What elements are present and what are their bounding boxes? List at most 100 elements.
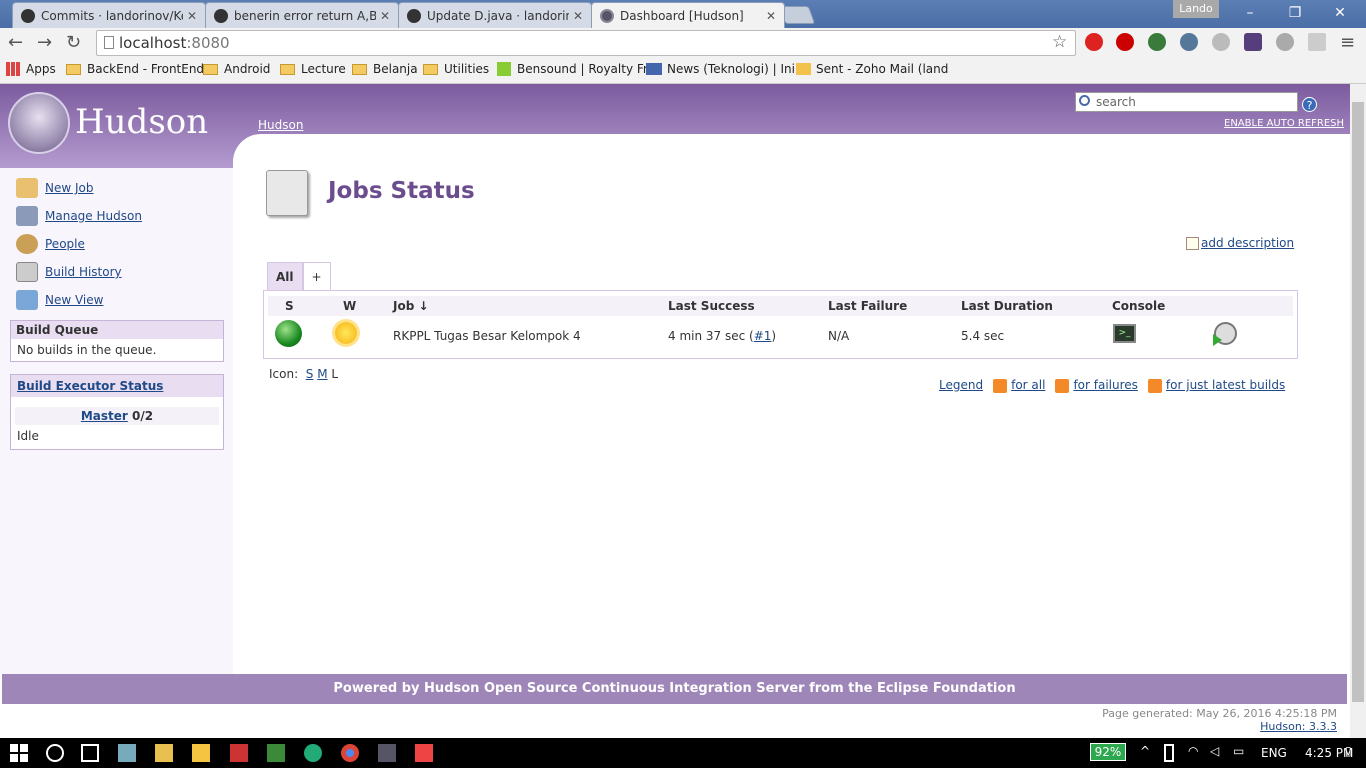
rss-all-link[interactable]: for all	[1011, 378, 1045, 392]
sidebar: New Job Manage Hudson People Build Histo…	[0, 168, 233, 674]
app-icon[interactable]	[118, 744, 136, 762]
browser-tab[interactable]: Commits · landorinov/Kel…✕	[12, 2, 206, 28]
enable-auto-refresh-link[interactable]: ENABLE AUTO REFRESH	[1224, 118, 1344, 129]
notification-icon[interactable]: ▭	[1233, 744, 1251, 762]
breadcrumb-hudson[interactable]: Hudson	[258, 118, 303, 132]
status-ball-icon[interactable]	[275, 320, 302, 347]
schedule-build-icon[interactable]	[1213, 322, 1237, 346]
cortana-search-icon[interactable]	[46, 744, 64, 762]
address-bar[interactable]: localhost:8080	[96, 30, 1076, 56]
restore-button[interactable]: ❐	[1283, 4, 1307, 22]
master-node-link[interactable]: Master	[81, 409, 128, 423]
bookmark-star-icon[interactable]: ☆	[1052, 32, 1067, 52]
hudson-logo-text[interactable]: Hudson	[75, 102, 208, 142]
menu-icon[interactable]: ≡	[1340, 32, 1355, 53]
column-job[interactable]: Job ↓	[393, 299, 429, 313]
github-icon	[21, 8, 35, 23]
close-tab-icon[interactable]: ✕	[766, 9, 776, 23]
action-center-icon[interactable]: ▯	[1345, 744, 1363, 762]
build-executor-status-link[interactable]: Build Executor Status	[17, 379, 163, 393]
extension-icon[interactable]	[1308, 33, 1326, 51]
scrollbar-thumb[interactable]	[1352, 102, 1364, 702]
column-console[interactable]: Console	[1112, 299, 1165, 313]
chrome-icon[interactable]	[341, 744, 359, 762]
weather-sunny-icon[interactable]	[335, 322, 357, 344]
bookmark-folder[interactable]: Android	[203, 62, 270, 76]
icon-size-small[interactable]: S	[306, 367, 314, 381]
wifi-icon[interactable]: ◠	[1188, 744, 1206, 762]
page-scrollbar[interactable]	[1350, 84, 1366, 738]
add-description[interactable]: add description	[1186, 236, 1294, 250]
close-tab-icon[interactable]: ✕	[187, 9, 197, 23]
close-window-button[interactable]: ✕	[1328, 4, 1352, 22]
task-new-job[interactable]: New Job	[16, 178, 94, 198]
battery-icon[interactable]	[1164, 744, 1174, 762]
people-icon	[16, 234, 38, 254]
column-last-failure[interactable]: Last Failure	[828, 299, 907, 313]
bookmark-folder[interactable]: BackEnd - FrontEnd	[66, 62, 204, 76]
browser-tab[interactable]: benerin error return A,B,D ✕	[205, 2, 399, 28]
language-indicator[interactable]: ENG	[1261, 746, 1287, 760]
file-explorer-icon[interactable]	[192, 744, 210, 762]
bookmark-folder[interactable]: Lecture	[280, 62, 346, 76]
app-icon[interactable]	[155, 744, 173, 762]
reload-icon[interactable]: ↻	[66, 32, 81, 53]
bookmark-apps[interactable]: Apps	[6, 62, 56, 76]
close-tab-icon[interactable]: ✕	[573, 9, 583, 23]
rss-failures-link[interactable]: for failures	[1073, 378, 1137, 392]
minimize-button[interactable]: –	[1238, 4, 1262, 22]
extension-icon[interactable]	[1276, 33, 1294, 51]
battery-indicator[interactable]: 92%	[1090, 743, 1126, 761]
icon-size-medium[interactable]: M	[317, 367, 327, 381]
add-description-link[interactable]: add description	[1201, 236, 1294, 250]
job-name-link[interactable]: RKPPL Tugas Besar Kelompok 4	[393, 329, 581, 343]
volume-icon[interactable]: ◁	[1210, 744, 1228, 762]
build-number-link[interactable]: #1	[754, 329, 772, 343]
bookmark-link[interactable]: News (Teknologi) | Ini	[646, 62, 795, 76]
column-last-duration[interactable]: Last Duration	[961, 299, 1053, 313]
search-input[interactable]: search	[1075, 92, 1298, 112]
master-node-row: Master 0/2	[15, 407, 219, 425]
app-icon[interactable]	[304, 744, 322, 762]
bookmark-folder[interactable]: Utilities	[423, 62, 489, 76]
hudson-butler-logo-icon[interactable]	[8, 92, 70, 154]
app-icon[interactable]	[267, 744, 285, 762]
app-icon[interactable]	[230, 744, 248, 762]
build-queue-title: Build Queue	[11, 321, 223, 339]
app-icon[interactable]	[378, 744, 396, 762]
tab-all[interactable]: All	[267, 262, 303, 290]
close-tab-icon[interactable]: ✕	[380, 9, 390, 23]
task-new-view[interactable]: New View	[16, 290, 103, 310]
bookmark-link[interactable]: Bensound | Royalty Fr	[497, 62, 648, 76]
profile-button[interactable]: Lando	[1173, 0, 1219, 18]
forward-icon[interactable]: →	[37, 32, 52, 53]
column-weather[interactable]: W	[343, 299, 356, 313]
rss-icon	[1147, 378, 1162, 393]
column-status[interactable]: S	[285, 299, 294, 313]
console-icon[interactable]: >_	[1113, 324, 1136, 343]
tab-add-view[interactable]: +	[302, 262, 331, 290]
back-icon[interactable]: ←	[8, 32, 23, 53]
column-last-success[interactable]: Last Success	[668, 299, 755, 313]
bookmark-folder[interactable]: Belanja	[352, 62, 418, 76]
windows-start-icon[interactable]	[10, 744, 28, 762]
cube-extension-icon[interactable]	[1212, 33, 1230, 51]
bootstrap-extension-icon[interactable]	[1244, 33, 1262, 51]
adblock-icon[interactable]	[1116, 33, 1134, 51]
task-people[interactable]: People	[16, 234, 85, 254]
globe-extension-icon[interactable]	[1148, 33, 1166, 51]
task-build-history[interactable]: Build History	[16, 262, 122, 282]
rss-latest-link[interactable]: for just latest builds	[1166, 378, 1285, 392]
opera-extension-icon[interactable]	[1085, 33, 1103, 51]
legend-link[interactable]: Legend	[939, 378, 983, 392]
task-view-icon[interactable]	[81, 744, 99, 762]
task-manage-hudson[interactable]: Manage Hudson	[16, 206, 142, 226]
eyedropper-extension-icon[interactable]	[1180, 33, 1198, 51]
help-icon[interactable]: ?	[1302, 97, 1317, 112]
browser-tab[interactable]: Update D.java · landorinov✕	[398, 2, 592, 28]
bookmark-link[interactable]: Sent - Zoho Mail (land	[796, 62, 948, 76]
browser-tab-active[interactable]: Dashboard [Hudson] ✕	[591, 2, 785, 28]
chevron-up-icon[interactable]: ^	[1140, 744, 1158, 762]
git-icon[interactable]	[415, 744, 433, 762]
hudson-version-link[interactable]: Hudson: 3.3.3	[1260, 720, 1337, 733]
